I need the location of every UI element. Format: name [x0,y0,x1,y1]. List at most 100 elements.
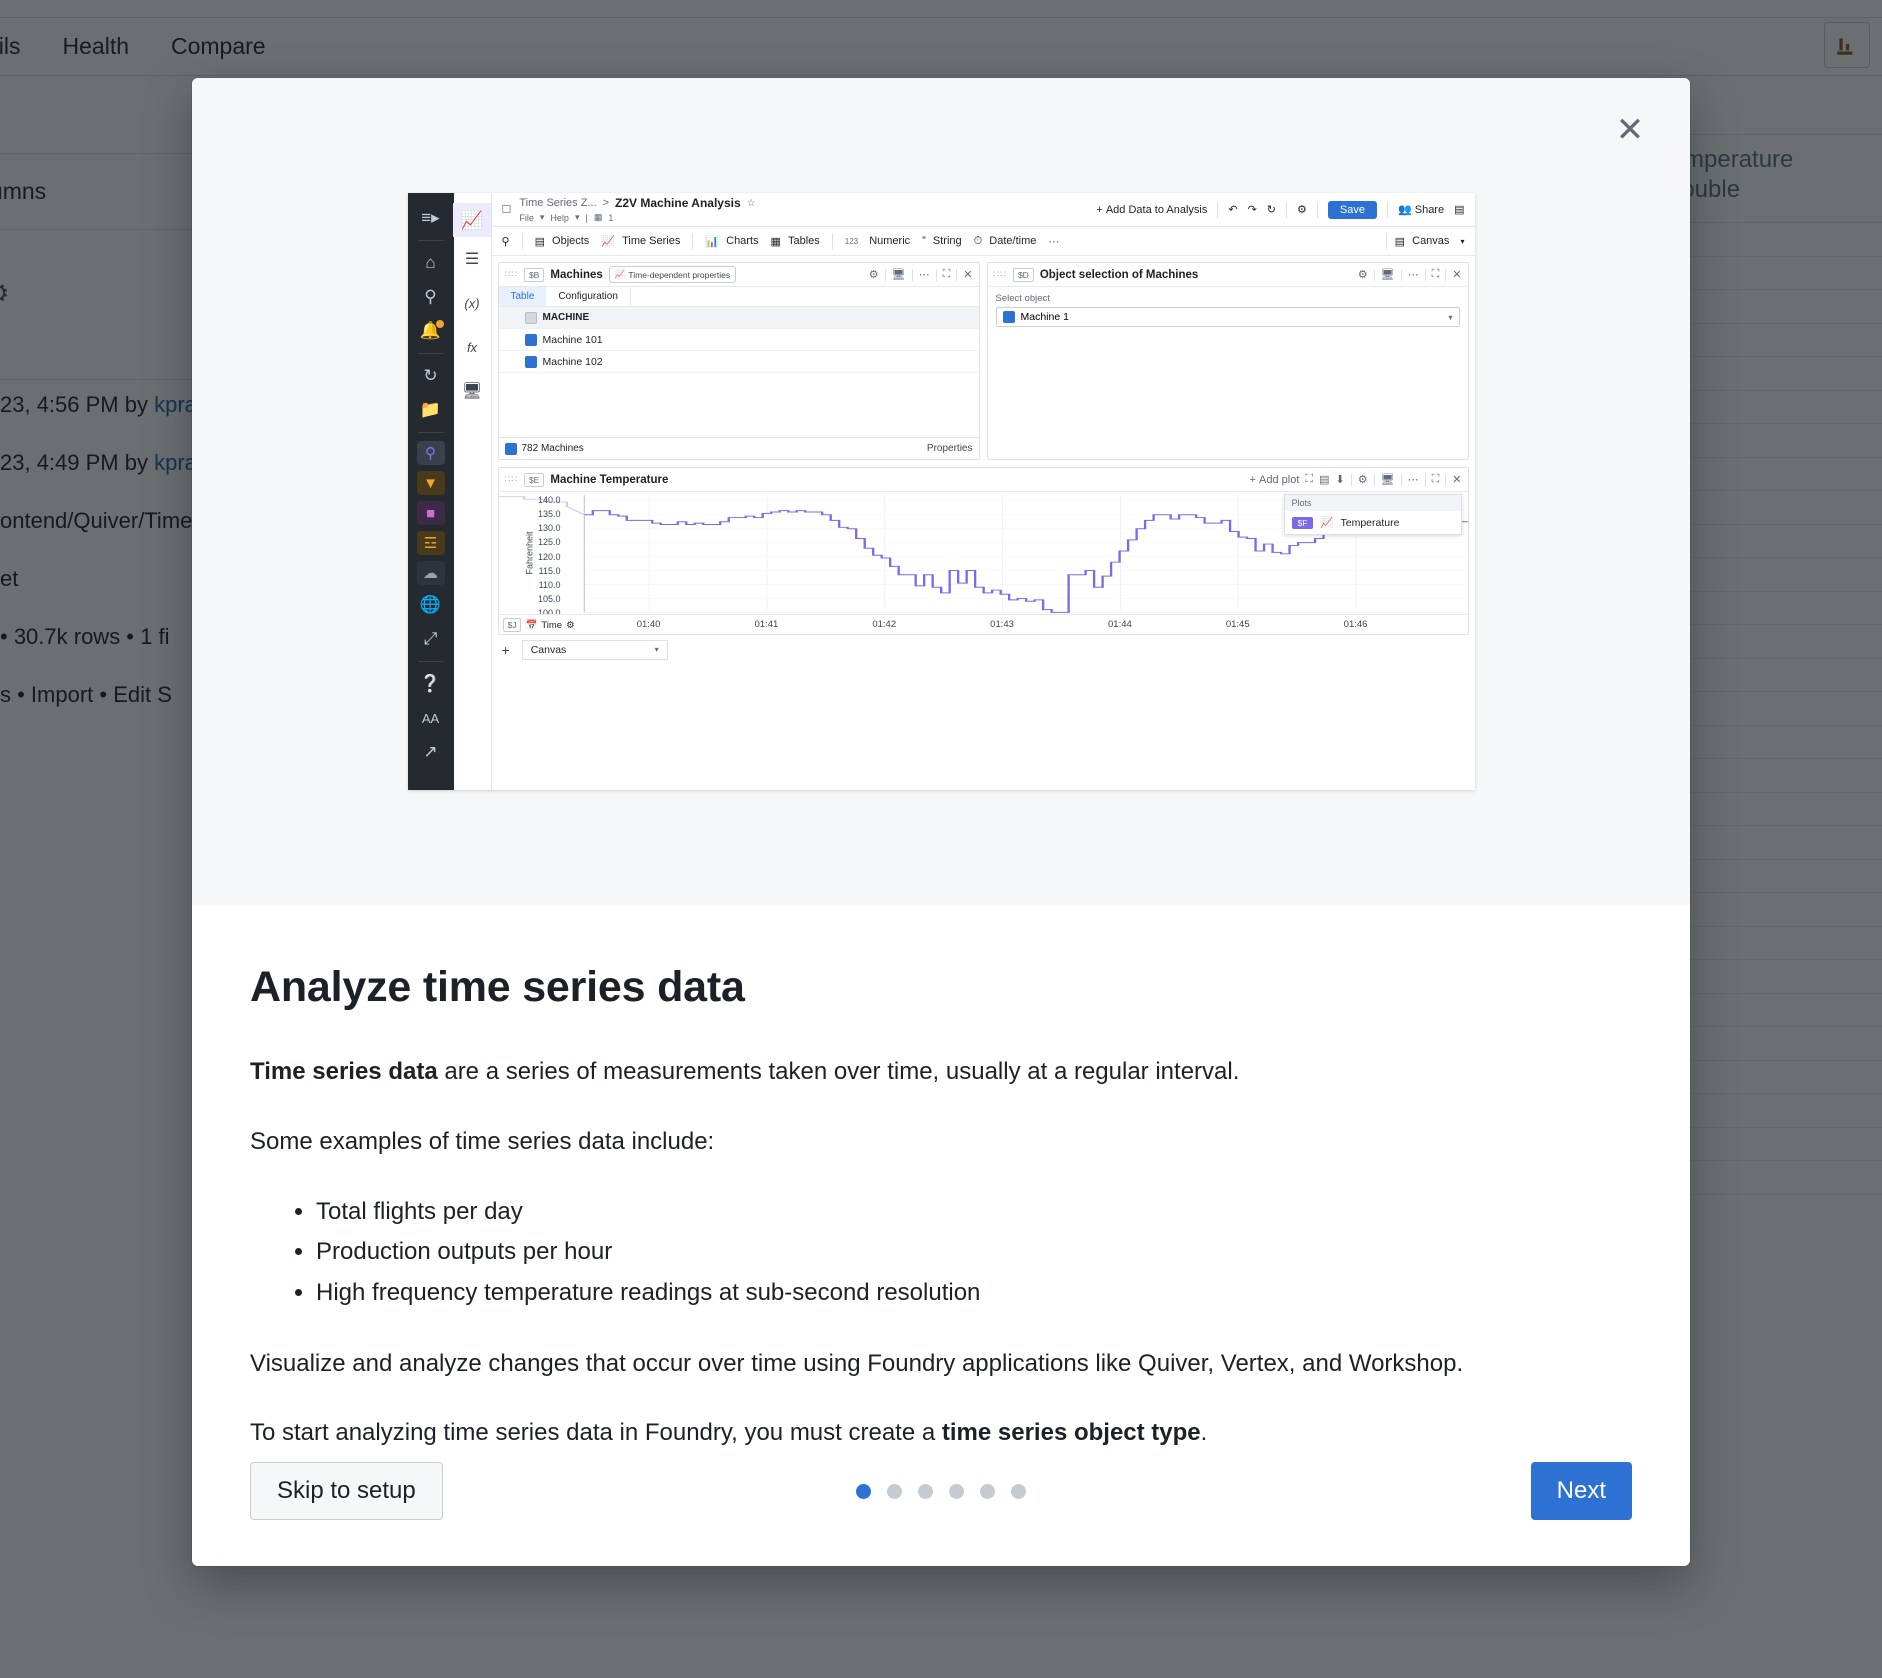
presentation-icon[interactable]: 🖥 [1381,268,1395,281]
redo-icon[interactable]: ↷ [1248,203,1257,216]
open-external-icon[interactable]: ↗ [408,735,454,769]
chart-app-icon[interactable]: ■ [416,501,445,525]
canvas-selector[interactable]: Canvas ▾ [521,639,668,660]
globe-icon[interactable]: 🌐 [408,588,454,622]
presentation-icon[interactable]: 🖥 [453,369,491,413]
expand-icon[interactable]: ⛶ [1432,473,1440,486]
breadcrumb-parent[interactable]: Time Series Z... [519,197,596,209]
time-series-icon: 📈 [1320,517,1334,529]
select-object-dropdown[interactable]: Machine 1 ▾ [995,307,1460,327]
toolbar-tables[interactable]: ▦ Tables [771,235,820,248]
canvas-tab-bar: + Canvas ▾ [498,635,1469,660]
screenshot-secondary-rail: 📈 ☰ (x) fx 🖥 [453,193,492,790]
function-icon[interactable]: fx [453,325,491,369]
selected-value: Machine 1 [1020,311,1069,323]
x-axis-sigil: $J [502,618,522,632]
y-tick-label: 135.0 [537,509,561,520]
toolbar-objects[interactable]: ▤ Objects [535,235,590,248]
y-tick-label: 120.0 [537,551,561,562]
undo-icon[interactable]: ↶ [1228,203,1237,216]
menu-help[interactable]: Help [550,213,569,223]
star-icon[interactable]: ☆ [747,198,756,209]
pagination-dot[interactable] [1011,1483,1026,1499]
share-button[interactable]: 👥 Share [1398,203,1444,216]
more-icon[interactable]: ⋯ [919,268,930,281]
pagination-dot[interactable] [980,1483,995,1499]
history-icon[interactable]: ↻ [408,359,454,393]
history-icon[interactable]: ↻ [1267,203,1276,216]
side-panel-icon[interactable]: ▤ [1454,203,1464,216]
text-size-icon[interactable]: AA [408,701,454,735]
split-panel-icon[interactable]: ▤ [1319,473,1329,486]
shuffle-icon[interactable]: ⤢ [408,622,454,656]
presentation-icon[interactable]: 🖥 [1381,473,1395,486]
object-icon [504,442,517,455]
help-icon[interactable]: ❔ [408,667,454,701]
toolbar-string[interactable]: ” String [922,235,961,247]
x-axis-config[interactable]: $J 📅 Time ⚙ [502,618,575,632]
more-icon[interactable]: ⋯ [1408,268,1419,281]
drag-handle-icon[interactable]: ∷∷ [994,269,1007,280]
layers-icon[interactable]: ☰ [453,237,491,281]
variables-icon[interactable]: (x) [453,281,491,325]
drag-handle-icon[interactable]: ∷∷ [505,269,518,280]
modal-title: Analyze time series data [250,963,745,1011]
chart-plot-area[interactable]: Fahrenheit 140.0 135.0 130.0 125.0 120.0 115.… [498,492,1468,614]
more-icon[interactable]: ⋯ [1408,473,1419,486]
pagination-dot[interactable] [949,1483,964,1499]
next-button[interactable]: Next [1530,1462,1632,1520]
gear-icon[interactable]: ⚙ [869,268,879,281]
modal-paragraph-1: Time series data are a series of measure… [250,1058,1240,1085]
pagination-dot[interactable] [856,1483,871,1499]
legend-item-temperature[interactable]: $F 📈 Temperature [1285,511,1461,534]
plus-icon[interactable]: + [498,642,514,658]
presentation-icon[interactable]: 🖥 [892,268,906,281]
expand-icon[interactable]: ⛶ [943,268,951,281]
drag-handle-icon[interactable]: ∷∷ [505,474,518,485]
toolbar-charts[interactable]: 📊 Charts [705,235,758,248]
list-item[interactable]: Machine 102 [498,351,979,373]
add-data-button[interactable]: + Add Data to Analysis [1096,204,1207,216]
time-dependent-properties-button[interactable]: 📈 Time-dependent properties [608,266,737,283]
canvas-layout-selector[interactable]: ▤ Canvas ▾ [1395,235,1465,248]
expand-icon[interactable]: ⛶ [1432,268,1440,281]
gear-icon[interactable]: ⚙ [1358,268,1368,281]
save-button[interactable]: Save [1327,200,1377,219]
search-icon[interactable]: ⚲ [502,235,510,248]
home-icon[interactable]: ⌂ [408,246,454,280]
close-icon[interactable]: ✕ [1452,473,1461,486]
tab-table[interactable]: Table [498,287,547,306]
toolbar-numeric[interactable]: 123 Numeric [845,235,910,247]
folder-icon[interactable]: 📁 [408,393,454,427]
crosshair-icon[interactable]: ⛶ [1305,473,1313,486]
add-plot-button[interactable]: + Add plot [1250,474,1300,486]
toolbar-datetime[interactable]: ⏱ Date/time [974,235,1037,248]
magnifier-app-icon[interactable]: ⚲ [416,441,445,465]
close-icon[interactable]: ✕ [1602,102,1658,158]
close-icon[interactable]: ✕ [963,268,972,281]
list-item: High frequency temperature readings at s… [316,1276,1632,1310]
toolbar-time-series[interactable]: 📈 Time Series [601,235,680,248]
menu-file[interactable]: File [519,213,534,223]
menu-collapse-icon[interactable]: ≡▸ [408,201,454,235]
screenshot-main: ☐ Time Series Z... > Z2V Machine Analysi… [491,193,1475,790]
more-icon[interactable]: ⋯ [1048,235,1059,248]
close-icon[interactable]: ✕ [1452,268,1461,281]
gear-icon[interactable]: ⚙ [566,620,575,631]
list-item[interactable]: Machine 101 [498,329,979,351]
download-icon[interactable]: ⬇ [1336,473,1345,486]
gear-icon[interactable]: ⚙ [1358,473,1368,486]
tab-configuration[interactable]: Configuration [546,287,631,306]
pagination-dot[interactable] [887,1483,902,1499]
gear-icon[interactable]: ⚙ [1297,203,1307,216]
database-app-icon[interactable]: ☲ [416,531,445,555]
list-item: Total flights per day [316,1195,1632,1229]
notifications-icon[interactable]: 🔔 [408,314,454,348]
filter-app-icon[interactable]: ▼ [416,471,445,495]
legend-label: Temperature [1340,516,1400,529]
cloud-app-icon[interactable]: ☁ [416,561,445,585]
skip-to-setup-button[interactable]: Skip to setup [250,1462,443,1520]
properties-link[interactable]: Properties [927,443,973,454]
pagination-dot[interactable] [918,1483,933,1499]
search-icon[interactable]: ⚲ [408,280,454,314]
